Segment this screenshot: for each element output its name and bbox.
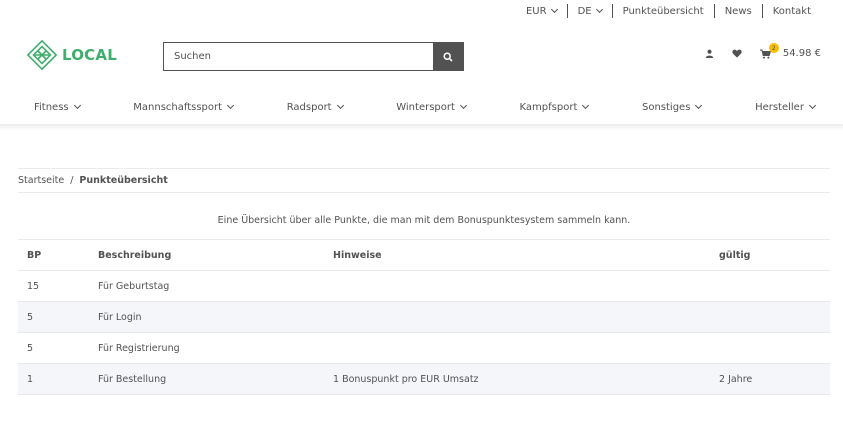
currency-label: EUR [525,5,547,17]
logo[interactable]: LOCAL [26,39,117,71]
top-bar: EUR DE Punkteübersicht News Kontakt [516,0,843,22]
nav-label: Sonstiges [642,101,691,113]
cell-bp: 15 [18,270,89,302]
cell-bp: 5 [18,332,89,364]
nav-hersteller[interactable]: Hersteller [755,101,816,113]
nav-wintersport[interactable]: Wintersport [396,101,467,113]
breadcrumb-home[interactable]: Startseite [18,175,64,186]
nav-divider [0,124,843,130]
nav-label: Fitness [34,101,69,113]
breadcrumb: Startseite / Punkteübersicht [18,168,830,193]
cell-notes [324,301,710,333]
table-header-row: BP Beschreibung Hinweise gültig [18,239,830,271]
nav-label: Hersteller [755,101,804,113]
cell-description: Für Registrierung [89,332,324,364]
nav-radsport[interactable]: Radsport [286,101,344,113]
cell-description: Für Bestellung [89,363,324,395]
nav-label: Kampfsport [519,101,578,113]
page-intro: Eine Übersicht über alle Punkte, die man… [217,215,631,226]
chevron-down-icon [459,101,467,110]
cell-description: Für Login [89,301,324,333]
cart-total: 54.98 € [782,48,821,59]
cell-valid [710,270,830,302]
chevron-down-icon [73,101,81,110]
table-row: 1 Für Bestellung 1 Bonuspunkt pro EUR Um… [18,363,830,395]
cell-bp: 1 [18,363,89,395]
language-selector[interactable]: DE [566,4,612,18]
cell-notes [324,270,710,302]
top-link-news[interactable]: News [713,4,762,18]
header-valid: gültig [710,239,830,271]
table-row: 15 Für Geburtstag [18,270,830,302]
logo-text: LOCAL [62,46,117,64]
chevron-down-icon [808,101,816,110]
table-row: 5 Für Registrierung [18,332,830,364]
breadcrumb-current: Punkteübersicht [79,175,168,186]
nav-mannschaftssport[interactable]: Mannschaftssport [133,101,235,113]
chevron-down-icon [695,101,703,110]
diamond-leaf-logo-icon [26,39,58,71]
cell-valid [710,301,830,333]
cell-notes: 1 Bonuspunkt pro EUR Umsatz [324,363,710,395]
cell-notes [324,332,710,364]
cell-description: Für Geburtstag [89,270,324,302]
search-button[interactable] [433,43,463,70]
nav-label: Wintersport [396,101,455,113]
nav-kampfsport[interactable]: Kampfsport [519,101,590,113]
header-bp: BP [18,239,89,271]
wishlist-button[interactable] [732,49,742,58]
nav-label: Mannschaftssport [133,101,223,113]
search-input[interactable] [164,43,433,70]
search-bar [163,42,464,71]
nav-label: Radsport [286,101,332,113]
header-actions: 2 54.98 € [687,43,821,59]
nav-fitness[interactable]: Fitness [34,101,81,113]
nav-sonstiges[interactable]: Sonstiges [642,101,703,113]
cart-count-badge: 2 [768,43,779,53]
chevron-down-icon [227,101,235,110]
header-notes: Hinweise [324,239,710,271]
heart-icon [732,49,742,58]
top-link-points[interactable]: Punkteübersicht [611,4,714,18]
chevron-down-icon [550,5,558,14]
points-table: BP Beschreibung Hinweise gültig 15 Für G… [18,239,830,395]
account-button[interactable] [705,49,714,58]
cart-button[interactable]: 2 54.98 € [759,43,821,59]
cell-valid [710,332,830,364]
cell-valid: 2 Jahre [710,363,830,395]
chevron-down-icon [582,101,590,110]
cell-bp: 5 [18,301,89,333]
chevron-down-icon [595,5,603,14]
language-label: DE [577,5,592,17]
chevron-down-icon [336,101,344,110]
table-row: 5 Für Login [18,301,830,333]
header-description: Beschreibung [89,239,324,271]
top-link-contact[interactable]: Kontakt [761,4,821,18]
currency-selector[interactable]: EUR [516,4,567,18]
category-nav: Fitness Mannschaftssport Radsport Winter… [0,96,843,118]
breadcrumb-separator: / [70,175,74,186]
search-icon [443,51,453,62]
user-icon [705,49,714,58]
